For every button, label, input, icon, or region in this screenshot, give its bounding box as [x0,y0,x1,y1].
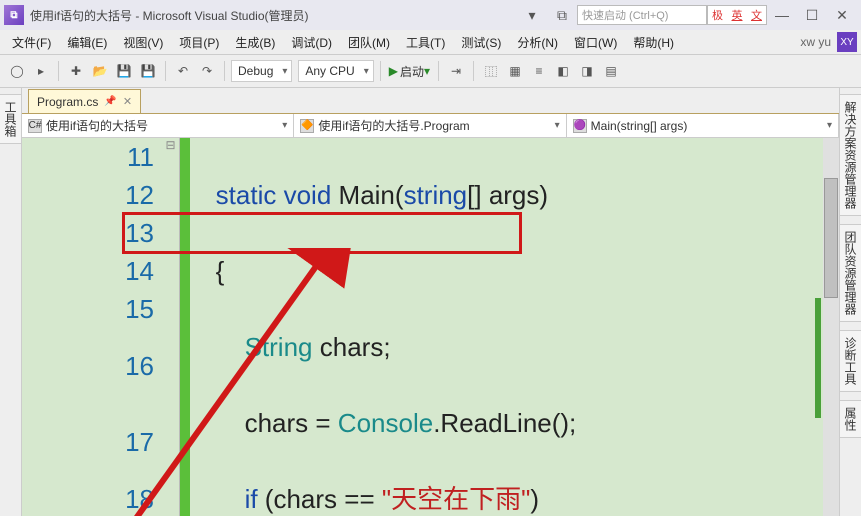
nav-bar: C# 使用if语句的大括号 🔶 使用if语句的大括号.Program 🟣 Main(s… [22,114,839,138]
scrollbar-thumb[interactable] [824,178,838,298]
nav-scope-method[interactable]: 🟣 Main(string[] args) [567,114,839,137]
line-number-gutter: 11 12 13 14 15 16 17 18 19 [22,138,162,516]
left-rail: 工具箱 [0,88,22,516]
line-number: 16 [22,328,162,404]
redo-icon[interactable]: ↷ [196,60,218,82]
tool-d-icon[interactable]: ◧ [552,60,574,82]
workspace: 工具箱 Program.cs 📌 ✕ C# 使用if语句的大括号 🔶 使用if语句的… [0,88,861,516]
tab-close-icon[interactable]: ✕ [123,95,132,108]
undo-icon[interactable]: ↶ [172,60,194,82]
right-rail: 解决方案资源管理器 团队资源管理器 诊断工具 属性 [839,88,861,516]
platform-combo[interactable]: Any CPU [298,60,373,82]
tab-program-cs[interactable]: Program.cs 📌 ✕ [28,89,141,113]
save-all-icon[interactable]: 💾 [137,60,159,82]
start-button[interactable]: ▶ 启动 ▾ [387,60,432,82]
tool-c-icon[interactable]: ≡ [528,60,550,82]
toolbar: ◯ ▸ ✚ 📂 💾 💾 ↶ ↷ Debug Any CPU ▶ 启动 ▾ ⇥ ⿲… [0,54,861,88]
tool-b-icon[interactable]: ▦ [504,60,526,82]
close-button[interactable]: ✕ [828,5,856,25]
nav-scope1-label: 使用if语句的大括号 [46,117,148,134]
ime-indicator[interactable]: 极 英 文 [707,5,767,25]
window-title: 使用if语句的大括号 - Microsoft Visual Studio(管理员… [30,7,309,24]
code-content[interactable]: static void Main(string[] args) { String… [190,138,839,516]
menu-bar: 文件(F) 编辑(E) 视图(V) 项目(P) 生成(B) 调试(D) 团队(M… [0,30,861,54]
menu-view[interactable]: 视图(V) [115,34,171,51]
fold-toggle-icon[interactable]: ⊟ [162,138,179,176]
solution-explorer-tab[interactable]: 解决方案资源管理器 [839,94,861,216]
toolbox-tab[interactable]: 工具箱 [0,94,22,144]
tool-e-icon[interactable]: ◨ [576,60,598,82]
code-line: if (chars == "天空在下雨") [194,480,839,516]
properties-tab[interactable]: 属性 [839,400,861,438]
menu-project[interactable]: 项目(P) [171,34,227,51]
team-explorer-tab[interactable]: 团队资源管理器 [839,224,861,322]
change-column [180,138,190,516]
document-tabs: Program.cs 📌 ✕ [22,88,839,114]
nav-fwd-icon[interactable]: ▸ [30,60,52,82]
line-number: 12 [22,176,162,214]
menu-test[interactable]: 测试(S) [453,34,509,51]
editor-area: Program.cs 📌 ✕ C# 使用if语句的大括号 🔶 使用if语句的大括号.… [22,88,839,516]
nav-scope-project[interactable]: C# 使用if语句的大括号 [22,114,294,137]
overview-change-marker [815,298,821,418]
code-line: static void Main(string[] args) [194,176,839,214]
tab-label: Program.cs [37,95,98,109]
new-item-icon[interactable]: ✚ [65,60,87,82]
nav-scope3-label: Main(string[] args) [591,119,688,133]
open-icon[interactable]: 📂 [89,60,111,82]
menu-tools[interactable]: 工具(T) [398,34,453,51]
code-line: String chars; [194,328,839,366]
fold-column: ⊟ [162,138,180,516]
code-view[interactable]: 11 12 13 14 15 16 17 18 19 ⊟ static void… [22,138,839,516]
quick-launch-input[interactable]: 快速启动 (Ctrl+Q) [577,5,707,25]
diagnostics-tab[interactable]: 诊断工具 [839,330,861,392]
menu-build[interactable]: 生成(B) [227,34,283,51]
tool-a-icon[interactable]: ⿲ [480,60,502,82]
menu-window[interactable]: 窗口(W) [566,34,625,51]
save-icon[interactable]: 💾 [113,60,135,82]
nav-scope2-label: 使用if语句的大括号.Program [318,117,469,134]
tool-f-icon[interactable]: ▤ [600,60,622,82]
csharp-icon: C# [28,119,42,133]
ime-a: 极 [712,7,723,23]
line-number: 18 [22,480,162,516]
menu-help[interactable]: 帮助(H) [625,34,682,51]
class-icon: 🔶 [300,119,314,133]
titlebar-dropdown-icon[interactable]: ▾ [518,5,546,25]
titlebar-restore-icon[interactable]: ⧉ [548,5,576,25]
menu-debug[interactable]: 调试(D) [283,34,340,51]
nav-scope-class[interactable]: 🔶 使用if语句的大括号.Program [294,114,566,137]
nav-back-icon[interactable]: ◯ [6,60,28,82]
menu-analyze[interactable]: 分析(N) [509,34,566,51]
title-bar: ⧉ 使用if语句的大括号 - Microsoft Visual Studio(管… [0,0,861,30]
change-marker [180,138,190,516]
pin-icon[interactable]: 📌 [104,96,116,107]
menu-edit[interactable]: 编辑(E) [59,34,115,51]
line-number: 13 [22,214,162,252]
maximize-button[interactable]: ☐ [798,5,826,25]
line-number: 11 [22,138,162,176]
code-line: chars = Console.ReadLine(); [194,404,839,442]
start-label: 启动 [400,63,424,80]
method-icon: 🟣 [573,119,587,133]
menu-file[interactable]: 文件(F) [4,34,59,51]
ime-b: 英 [732,7,743,23]
user-badge[interactable]: XY [837,32,857,52]
line-number: 15 [22,290,162,328]
vs-logo-icon: ⧉ [4,5,24,25]
line-number: 14 [22,252,162,290]
line-number: 17 [22,404,162,480]
ime-c: 文 [751,7,762,23]
minimize-button[interactable]: — [768,5,796,25]
menu-team[interactable]: 团队(M) [340,34,398,51]
code-line: { [194,252,839,290]
step-icon[interactable]: ⇥ [445,60,467,82]
user-name[interactable]: xw yu [800,35,831,49]
config-combo[interactable]: Debug [231,60,292,82]
